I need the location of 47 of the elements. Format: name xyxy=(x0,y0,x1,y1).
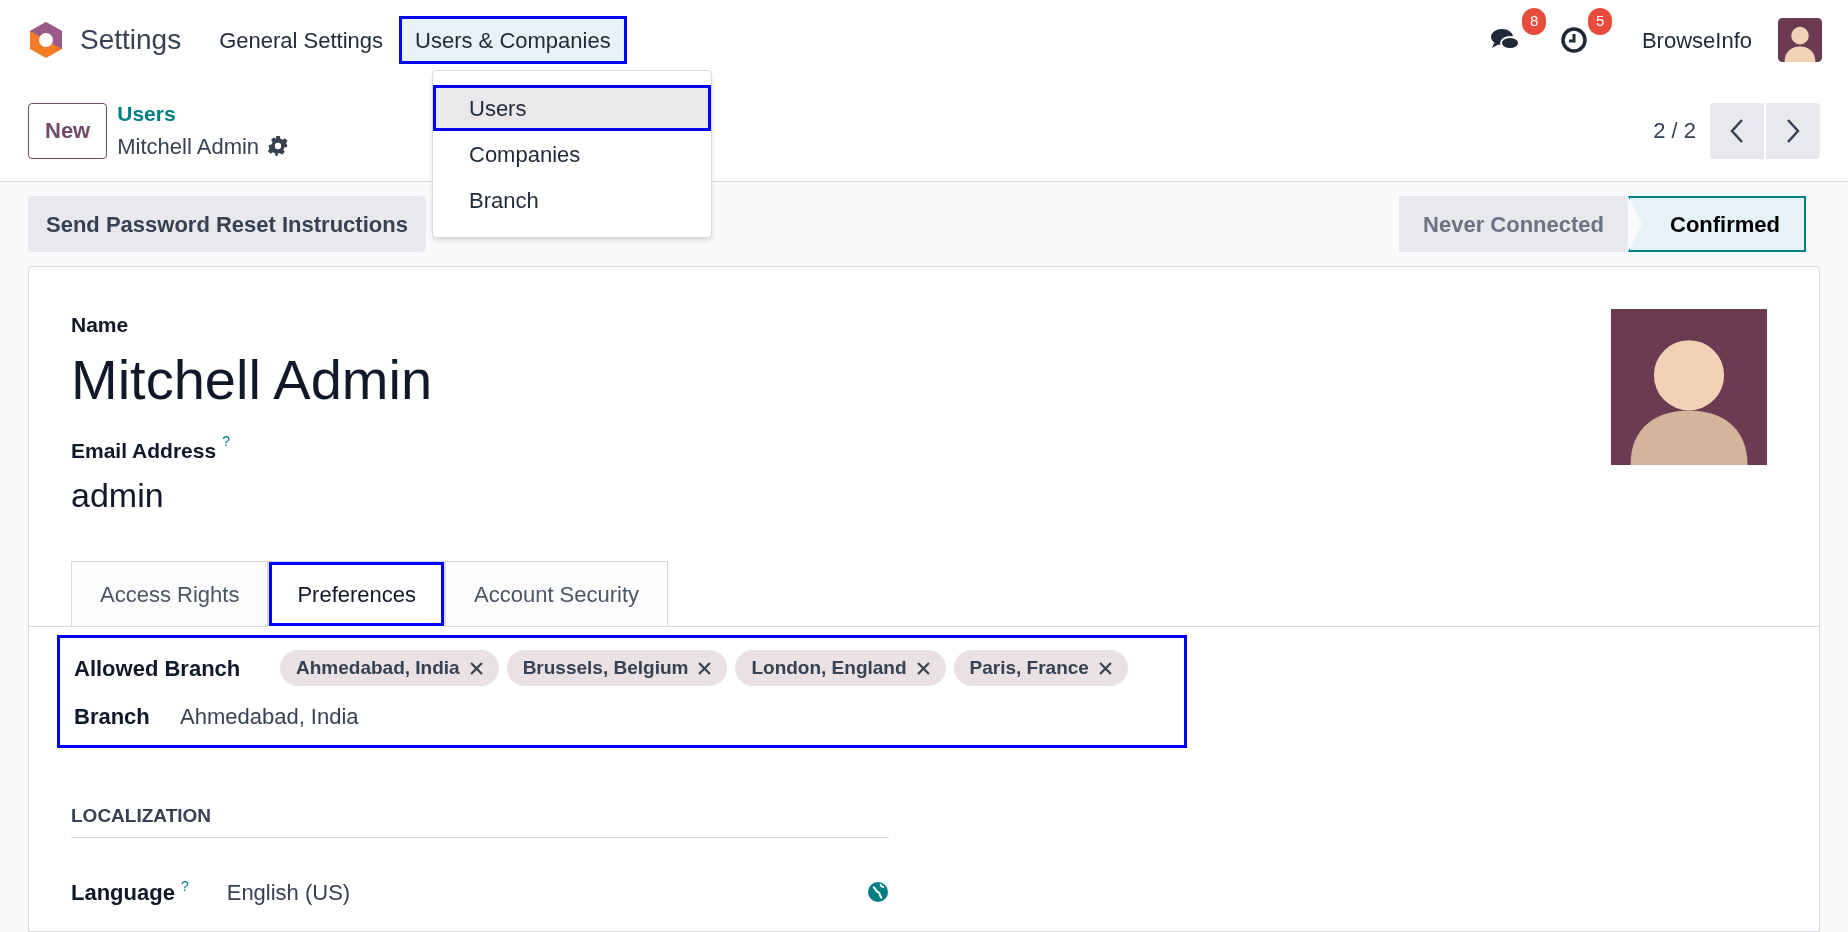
help-icon[interactable]: ? xyxy=(222,430,230,452)
next-button[interactable] xyxy=(1766,102,1820,159)
dropdown-item[interactable]: Companies xyxy=(433,131,711,177)
menu-item[interactable]: General Settings xyxy=(203,16,400,64)
avatar-icon xyxy=(1778,18,1822,62)
new-button[interactable]: New xyxy=(28,102,108,159)
status-step[interactable]: Never Connected xyxy=(1399,196,1628,252)
notification-badge: 5 xyxy=(1587,8,1613,35)
notification-badge: 8 xyxy=(1521,8,1547,35)
name-field[interactable]: Mitchell Admin xyxy=(71,344,1611,415)
tab[interactable]: Preferences xyxy=(268,561,445,627)
pager-value: 2 / 2 xyxy=(1653,117,1696,145)
branch-tag: Ahmedabad, India xyxy=(280,650,499,686)
dropdown-item[interactable]: Users xyxy=(433,85,711,131)
breadcrumb-link[interactable]: Users xyxy=(117,98,290,130)
help-icon[interactable]: ? xyxy=(180,875,189,897)
chevron-right-icon xyxy=(1786,117,1800,144)
close-icon[interactable] xyxy=(916,661,930,675)
status-step[interactable]: Confirmed xyxy=(1628,196,1806,252)
branch-field[interactable]: Ahmedabad, India xyxy=(180,700,359,733)
gear-icon[interactable] xyxy=(267,135,290,158)
section-title: LOCALIZATION xyxy=(71,805,211,826)
language-field[interactable]: English (US) xyxy=(226,875,867,909)
field-label: Allowed Branch xyxy=(74,654,242,683)
menu-item[interactable]: Users & Companies xyxy=(399,16,627,64)
previous-button[interactable] xyxy=(1710,102,1764,159)
email-field[interactable]: admin xyxy=(71,470,1611,521)
field-label: Email Address xyxy=(71,437,217,464)
close-icon[interactable] xyxy=(1098,661,1112,675)
field-label: Name xyxy=(71,312,130,338)
reset-password-button[interactable]: Send Password Reset Instructions xyxy=(28,196,426,252)
branch-tag: London, England xyxy=(735,650,946,686)
field-label: Language xyxy=(71,878,175,907)
branch-tag: Paris, France xyxy=(953,650,1128,686)
field-label: Branch xyxy=(74,703,151,731)
close-icon[interactable] xyxy=(469,661,483,675)
branch-tag: Brussels, Belgium xyxy=(506,650,728,686)
app-title[interactable]: Settings xyxy=(80,19,182,61)
chevron-left-icon xyxy=(1730,117,1744,144)
dropdown-item[interactable]: Branch xyxy=(433,177,711,223)
record-title: Mitchell Admin xyxy=(117,132,260,161)
clock-icon[interactable] xyxy=(1559,26,1588,54)
close-icon[interactable] xyxy=(698,661,712,675)
company-name[interactable]: BrowseInfo xyxy=(1641,23,1752,57)
tab[interactable]: Account Security xyxy=(445,561,669,627)
tab[interactable]: Access Rights xyxy=(71,561,269,627)
globe-icon[interactable] xyxy=(867,881,889,903)
